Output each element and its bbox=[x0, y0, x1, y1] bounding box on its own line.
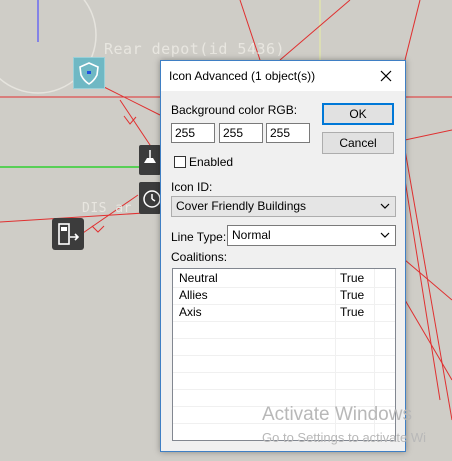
activate-windows-title: Activate Windows bbox=[262, 404, 412, 425]
map-label-rear-depot: Rear depot(id 5436) bbox=[104, 40, 286, 58]
line-type-label: Line Type: bbox=[171, 230, 227, 244]
grid-line bbox=[173, 321, 395, 322]
dialog-title: Icon Advanced (1 object(s)) bbox=[169, 69, 316, 83]
icon-id-label: Icon ID: bbox=[171, 180, 213, 194]
icon-id-select[interactable]: Cover Friendly Buildings bbox=[171, 196, 396, 217]
tank-icon[interactable] bbox=[139, 145, 161, 175]
coalitions-label: Coalitions: bbox=[171, 250, 228, 264]
dialog-titlebar[interactable]: Icon Advanced (1 object(s)) bbox=[161, 61, 405, 91]
chevron-down-icon bbox=[380, 203, 390, 209]
coalition-value: True bbox=[340, 271, 365, 285]
grid-line bbox=[173, 338, 395, 339]
timer-icon[interactable] bbox=[139, 182, 161, 214]
grid-line bbox=[173, 304, 395, 305]
close-icon bbox=[380, 70, 392, 82]
grid-line bbox=[173, 389, 395, 390]
ok-button[interactable]: OK bbox=[322, 103, 394, 125]
coalition-name: Neutral bbox=[179, 271, 218, 285]
shield-icon[interactable] bbox=[73, 57, 105, 89]
chevron-down-icon bbox=[380, 232, 390, 238]
route-arrow bbox=[91, 225, 105, 233]
rgb-red-input[interactable]: 255 bbox=[171, 123, 215, 143]
close-button[interactable] bbox=[373, 64, 399, 88]
cancel-button[interactable]: Cancel bbox=[322, 132, 394, 154]
activate-windows-subtitle: Go to Settings to activate Wi bbox=[262, 430, 427, 445]
icon-id-value: Cover Friendly Buildings bbox=[176, 199, 307, 213]
grid-line bbox=[173, 372, 395, 373]
coalition-value: True bbox=[340, 288, 365, 302]
coalition-row[interactable]: Axis True bbox=[173, 304, 395, 321]
icon-advanced-dialog: Icon Advanced (1 object(s)) Background c… bbox=[160, 60, 406, 452]
grid-line bbox=[173, 287, 395, 288]
line-type-value: Normal bbox=[232, 228, 271, 242]
map-label-dis: DIS ar bbox=[82, 201, 132, 216]
coalition-row[interactable]: Allies True bbox=[173, 287, 395, 304]
route-arrow bbox=[123, 115, 137, 125]
coalition-name: Allies bbox=[179, 288, 208, 302]
coalition-name: Axis bbox=[179, 305, 202, 319]
background-color-label: Background color RGB: bbox=[171, 103, 298, 117]
rgb-blue-input[interactable]: 255 bbox=[266, 123, 310, 143]
line-type-select[interactable]: Normal bbox=[227, 225, 396, 246]
coalition-row[interactable]: Neutral True bbox=[173, 270, 395, 287]
rgb-green-input[interactable]: 255 bbox=[219, 123, 263, 143]
grid-line bbox=[173, 355, 395, 356]
exit-icon[interactable] bbox=[52, 218, 84, 250]
coalition-value: True bbox=[340, 305, 365, 319]
enabled-label: Enabled bbox=[189, 155, 234, 169]
enabled-checkbox[interactable] bbox=[174, 156, 186, 168]
